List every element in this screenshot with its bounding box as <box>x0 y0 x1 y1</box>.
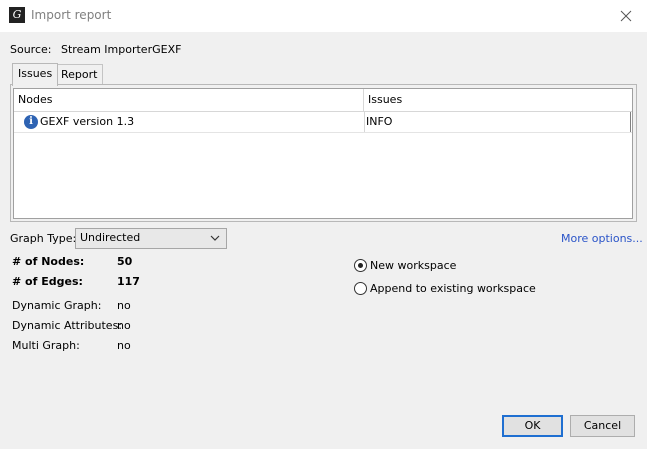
dynamic-attributes-value: no <box>117 319 131 332</box>
dynamic-attributes-label: Dynamic Attributes: <box>12 319 123 332</box>
close-button[interactable] <box>613 4 639 28</box>
graph-type-label: Graph Type: <box>10 232 77 245</box>
new-workspace-radio[interactable] <box>354 259 367 272</box>
multi-graph-value: no <box>117 339 131 352</box>
window-title: Import report <box>31 8 112 22</box>
ok-button[interactable]: OK <box>502 415 563 437</box>
new-workspace-label[interactable]: New workspace <box>370 259 456 272</box>
issue-level-cell: INFO <box>364 112 631 132</box>
close-icon <box>620 10 632 22</box>
nodes-count-label: # of Nodes: <box>12 255 85 268</box>
issues-table: Nodes Issues i GEXF version 1.3 INFO <box>13 88 633 219</box>
app-logo-icon: G <box>9 7 25 23</box>
edges-count-label: # of Edges: <box>12 275 83 288</box>
radio-selected-dot <box>358 263 363 268</box>
source-label: Source: <box>10 43 52 56</box>
cancel-button[interactable]: Cancel <box>570 415 635 437</box>
graph-type-value: Undirected <box>80 231 141 244</box>
append-workspace-label[interactable]: Append to existing workspace <box>370 282 536 295</box>
tab-report[interactable]: Report <box>55 64 104 85</box>
dynamic-graph-value: no <box>117 299 131 312</box>
more-options-link[interactable]: More options... <box>561 232 643 245</box>
nodes-count-value: 50 <box>117 255 133 268</box>
issue-message: GEXF version 1.3 <box>40 115 135 128</box>
table-row[interactable]: i GEXF version 1.3 INFO <box>14 112 632 133</box>
append-workspace-radio[interactable] <box>354 282 367 295</box>
graph-type-select[interactable]: Undirected <box>75 228 227 249</box>
dynamic-graph-label: Dynamic Graph: <box>12 299 102 312</box>
info-icon: i <box>24 115 38 129</box>
tab-issues[interactable]: Issues <box>12 63 59 86</box>
column-header-nodes[interactable]: Nodes <box>14 89 364 112</box>
source-value: Stream ImporterGEXF <box>61 43 182 56</box>
edges-count-value: 117 <box>117 275 140 288</box>
chevron-down-icon <box>210 235 220 241</box>
column-header-issues[interactable]: Issues <box>364 89 632 112</box>
multi-graph-label: Multi Graph: <box>12 339 80 352</box>
source-line: Source: Stream ImporterGEXF <box>10 43 181 56</box>
issue-message-cell: i GEXF version 1.3 <box>24 112 365 132</box>
title-bar: G Import report <box>0 0 647 32</box>
